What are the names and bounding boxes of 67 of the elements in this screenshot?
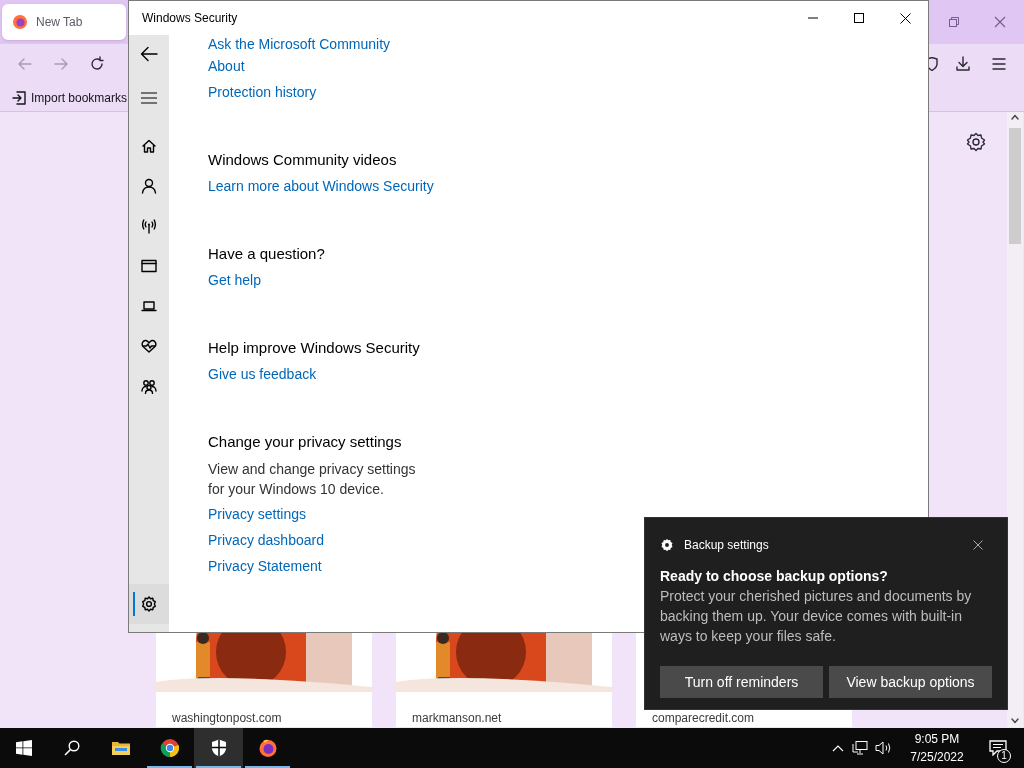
chevron-up-icon (832, 744, 844, 752)
tile-label: washingtonpost.com (172, 710, 282, 727)
section-heading: Help improve Windows Security (208, 338, 421, 358)
search-icon (64, 740, 80, 756)
scrollbar-thumb[interactable] (1009, 128, 1021, 244)
bookmark-item[interactable]: Import bookmarks (12, 88, 128, 107)
antenna-icon (141, 218, 157, 234)
laptop-icon (141, 298, 157, 314)
section-heading: Windows Community videos (208, 150, 398, 170)
windows-logo-icon (16, 740, 32, 756)
section-heading: Have a question? (208, 244, 326, 264)
taskbar-app[interactable] (194, 728, 243, 768)
action-center-button[interactable]: 1 (986, 728, 1010, 768)
link[interactable]: Privacy settings (208, 506, 307, 522)
window-title: Windows Security (141, 10, 238, 27)
close-icon (994, 16, 1006, 28)
link[interactable]: Privacy Statement (208, 558, 322, 574)
browser-icon (159, 738, 180, 758)
link[interactable]: Get help (208, 272, 261, 288)
back-arrow-icon (17, 56, 33, 72)
reload-icon (89, 56, 105, 72)
scroll-up-icon (1011, 114, 1019, 120)
maximize-icon (854, 13, 864, 23)
forward-arrow-icon (53, 56, 69, 72)
heart-pulse-icon (141, 338, 157, 354)
link[interactable]: Give us feedback (208, 366, 317, 382)
browser-tab[interactable]: New Tab (2, 4, 126, 40)
toast-title: Ready to choose backup options? (660, 567, 889, 586)
site-tile[interactable]: washingtonpost.com (156, 632, 372, 727)
nav-item[interactable] (129, 584, 169, 624)
toast-action-button[interactable]: View backup options (829, 666, 992, 698)
firefox-icon (257, 738, 278, 758)
firefox-icon (12, 14, 28, 30)
link[interactable]: Privacy dashboard (208, 532, 324, 548)
section-heading: Change your privacy settings (208, 432, 403, 452)
back-arrow-icon (140, 46, 158, 62)
restore-icon (949, 17, 959, 27)
speaker-icon (875, 740, 893, 756)
home-icon (141, 138, 157, 154)
close-icon (899, 12, 911, 24)
import-icon (12, 90, 26, 105)
family-icon (141, 378, 157, 394)
toast-action-button[interactable]: Turn off reminders (660, 666, 823, 698)
download-icon (955, 56, 971, 72)
tile-label: comparecredit.com (652, 710, 755, 727)
scrollbar[interactable] (1007, 112, 1023, 727)
close-icon (973, 540, 983, 550)
notification-count: 1 (997, 749, 1011, 763)
menu-icon (992, 58, 1006, 70)
scroll-down-icon (1011, 718, 1019, 724)
settings-icon (660, 538, 674, 552)
section-description: View and change privacy settings for your Windows 10 device. (208, 460, 417, 499)
link[interactable]: About (208, 58, 245, 74)
link[interactable]: Learn more about Windows Security (208, 178, 434, 194)
toast-message: Protect your cherished pictures and documents by backing them up. Your device comes with built-in ways to keep your files safe. (660, 587, 973, 646)
tile-label: markmanson.net (412, 710, 502, 727)
link[interactable]: Protection history (208, 84, 317, 100)
site-tile[interactable]: markmanson.net (396, 632, 612, 727)
settings-icon (966, 132, 986, 152)
settings-icon (141, 596, 157, 612)
network-icon (852, 740, 868, 756)
toast-app-name: Backup settings (684, 537, 769, 554)
clock-button[interactable]: 9:05 PM 7/25/2022 (900, 728, 974, 768)
person-icon (141, 178, 157, 194)
app-window-icon (141, 258, 157, 274)
link[interactable]: Ask the Microsoft Community (208, 36, 391, 52)
menu-icon (141, 92, 157, 104)
